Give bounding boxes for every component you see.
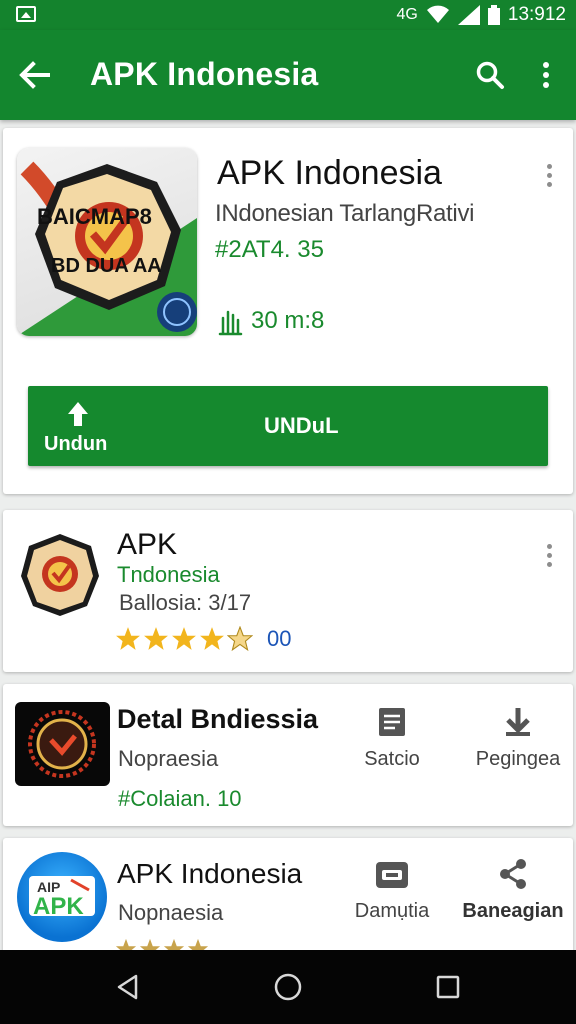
size-value: 30 m:8 bbox=[251, 307, 325, 334]
search-button[interactable] bbox=[470, 55, 510, 95]
list-item-code: #Colaian. 10 bbox=[118, 786, 242, 811]
save-action-button[interactable]: Satcio bbox=[337, 706, 447, 771]
featured-app-subtitle: INdonesian TarlangRativi bbox=[215, 200, 475, 227]
action-label: Satcio bbox=[364, 748, 420, 770]
list-item-subtitle: Nopnaesia bbox=[118, 900, 224, 925]
signal-icon bbox=[457, 5, 480, 25]
circle-home-icon bbox=[274, 973, 302, 1001]
featured-app-title: APK Indonesia bbox=[217, 154, 442, 192]
download-label: UNDuL bbox=[264, 413, 339, 438]
app-icon bbox=[15, 702, 110, 786]
wifi-icon bbox=[426, 5, 449, 23]
square-recents-icon bbox=[436, 975, 460, 999]
list-item-title: APK Indonesia bbox=[117, 858, 303, 889]
featured-more-button[interactable] bbox=[539, 160, 559, 190]
search-icon bbox=[476, 61, 504, 89]
download-action-button[interactable]: Pegingea bbox=[463, 706, 573, 771]
gallery-notification-icon bbox=[16, 6, 36, 22]
arrow-back-icon bbox=[19, 61, 50, 89]
hand-icon bbox=[218, 310, 243, 336]
wallet-action-button[interactable]: Damụtia bbox=[337, 858, 447, 923]
star-half-icon bbox=[227, 626, 253, 652]
action-label: Damụtia bbox=[354, 900, 430, 922]
list-item-more-button[interactable] bbox=[539, 540, 559, 570]
action-label: Pegingea bbox=[475, 748, 561, 770]
nav-home-button[interactable] bbox=[266, 965, 310, 1009]
list-item-subtitle: Tndonesia bbox=[117, 562, 220, 587]
status-bar: 4G 13:912 bbox=[0, 0, 576, 30]
star-icon bbox=[172, 627, 196, 650]
icon-text-top: BAICMAP8 bbox=[37, 204, 152, 229]
icon-text-bottom: APK bbox=[33, 893, 84, 920]
document-icon bbox=[379, 708, 405, 736]
share-icon bbox=[500, 859, 526, 889]
navigation-bar bbox=[0, 950, 576, 1024]
app-icon: AIP APK bbox=[17, 852, 107, 942]
triangle-back-icon bbox=[117, 974, 138, 1000]
list-item-subtitle: Nopraesia bbox=[118, 746, 219, 771]
app-bar: APK Indonesia bbox=[0, 30, 576, 120]
app-bar-title: APK Indonesia bbox=[90, 56, 319, 92]
list-item[interactable]: Detal Bndiessia Nopraesia #Colaian. 10 S… bbox=[3, 684, 573, 826]
download-small-label: Undun bbox=[44, 433, 108, 455]
list-item[interactable]: APK Tndonesia Ballosia: 3/17 00 bbox=[3, 510, 573, 672]
battery-icon bbox=[487, 5, 500, 25]
star-icon bbox=[144, 627, 168, 650]
star-icon bbox=[200, 627, 224, 650]
featured-app-icon: BAICMAP8 BD DUA AA bbox=[17, 148, 197, 336]
icon-text-bottom: BD DUA AA bbox=[51, 255, 162, 277]
nav-recents-button[interactable] bbox=[426, 965, 470, 1009]
upload-arrow-icon bbox=[68, 402, 88, 426]
action-label: Baneagian bbox=[462, 900, 564, 922]
featured-app-size: 30 m:8 bbox=[215, 306, 324, 336]
network-type: 4G bbox=[396, 6, 418, 23]
list-item-title: APK bbox=[117, 528, 178, 561]
app-icon bbox=[19, 532, 101, 618]
featured-app-code: #2AT4. 35 bbox=[215, 236, 324, 263]
overflow-menu-button[interactable] bbox=[528, 55, 564, 95]
back-button[interactable] bbox=[14, 55, 54, 95]
share-action-button[interactable]: Baneagian bbox=[458, 858, 568, 923]
rating-count: 00 bbox=[267, 626, 292, 651]
list-item-title: Detal Bndiessia bbox=[117, 704, 319, 734]
clock: 13:912 bbox=[507, 4, 566, 25]
wallet-icon bbox=[376, 862, 408, 888]
more-vert-icon bbox=[543, 62, 549, 88]
download-button[interactable]: Undun UNDuL bbox=[28, 386, 548, 466]
list-item-meta: Ballosia: 3/17 bbox=[119, 590, 252, 615]
star-icon bbox=[116, 627, 140, 650]
rating-stars: 00 bbox=[115, 626, 291, 652]
featured-app-card[interactable]: BAICMAP8 BD DUA AA APK Indonesia INdones… bbox=[3, 128, 573, 494]
nav-back-button[interactable] bbox=[106, 965, 150, 1009]
download-icon bbox=[506, 708, 530, 736]
